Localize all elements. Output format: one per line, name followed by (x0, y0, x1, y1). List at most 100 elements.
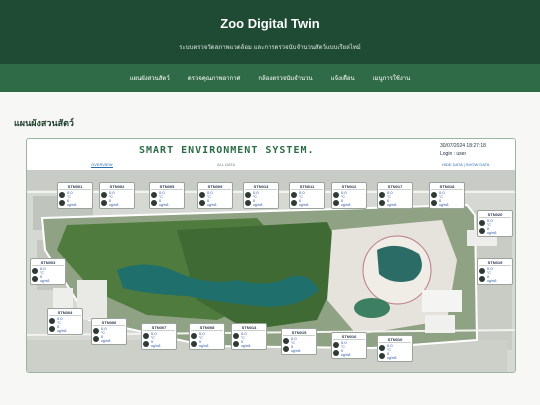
station-card-stn004[interactable]: STN004 0.0 °C 0 ug/m3 (47, 308, 83, 335)
station-name: STN008 (191, 325, 223, 331)
thermometer-icon (49, 318, 55, 324)
thermometer-icon (479, 220, 485, 226)
dust-sensor-icon (479, 276, 485, 282)
station-card-stn006[interactable]: STN006 0.0 °C 0 ug/m3 (91, 318, 127, 345)
login-status: Login : user (440, 151, 467, 157)
station-card-stn013[interactable]: STN013 0.0 °C 0 ug/m3 (243, 182, 279, 209)
dust-sensor-icon (291, 200, 297, 206)
dust-sensor-icon (333, 200, 339, 206)
station-card-stn002[interactable]: STN002 0.0 °C 0 ug/m3 (99, 182, 135, 209)
station-name: STN016 (333, 334, 365, 340)
dust-sensor-icon (93, 336, 99, 342)
station-card-stn018[interactable]: STN018 0.0 °C 0 ug/m3 (429, 182, 465, 209)
station-card-stn014[interactable]: STN014 0.0 °C 0 ug/m3 (231, 323, 267, 350)
pm-unit: ug/m3 (241, 344, 251, 348)
datetime-display: 30/07/2024 18:27:18 (440, 143, 486, 149)
station-name: STN009 (199, 184, 231, 190)
station-name: STN001 (59, 184, 91, 190)
station-card-stn010[interactable]: STN010 0.0 °C 0 ug/m3 (377, 335, 413, 362)
station-name: STN017 (379, 184, 411, 190)
station-name: STN004 (49, 310, 81, 316)
station-card-stn016[interactable]: STN016 0.0 °C 0 ug/m3 (331, 332, 367, 359)
thermometer-icon (59, 192, 65, 198)
pm-unit: ug/m3 (40, 279, 50, 283)
thermometer-icon (283, 338, 289, 344)
station-name: STN010 (379, 337, 411, 343)
station-name: STN003 (32, 260, 64, 266)
pm-unit: ug/m3 (487, 279, 497, 283)
thermometer-icon (333, 342, 339, 348)
station-name: STN011 (291, 184, 323, 190)
pm-unit: ug/m3 (207, 203, 217, 207)
pm-unit: ug/m3 (439, 203, 449, 207)
dust-sensor-icon (283, 346, 289, 352)
thermometer-icon (93, 328, 99, 334)
station-name: STN006 (93, 320, 125, 326)
station-card-stn011[interactable]: STN011 0.0 °C 0 ug/m3 (289, 182, 325, 209)
dust-sensor-icon (245, 200, 251, 206)
dust-sensor-icon (143, 341, 149, 347)
dust-sensor-icon (333, 350, 339, 356)
pm-unit: ug/m3 (387, 203, 397, 207)
nav-item-camera-count[interactable]: กล้องตรวจนับจำนวน (258, 73, 312, 83)
station-card-stn005[interactable]: STN005 0.0 °C 0 ug/m3 (149, 182, 185, 209)
station-name: STN020 (479, 212, 511, 218)
nav-item-alerts[interactable]: แจ้งเตือน (331, 73, 355, 83)
station-name: STN018 (431, 184, 463, 190)
dust-sensor-icon (199, 200, 205, 206)
pm-unit: ug/m3 (109, 203, 119, 207)
station-card-stn019[interactable]: STN019 0.0 °C 0 ug/m3 (477, 258, 513, 285)
tab-all-data[interactable]: ALL DATA (217, 162, 235, 167)
panel-tabs: OVERVIEW ALL DATA HIDE DATA | SHOW DATA (27, 162, 515, 170)
toggle-data-link[interactable]: HIDE DATA | SHOW DATA (442, 162, 489, 167)
dust-sensor-icon (431, 200, 437, 206)
pm-unit: ug/m3 (151, 344, 161, 348)
thermometer-icon (233, 333, 239, 339)
pm-unit: ug/m3 (387, 356, 397, 360)
smart-environment-panel: SMART ENVIRONMENT SYSTEM. 30/07/2024 18:… (26, 138, 516, 373)
station-card-stn017[interactable]: STN017 0.0 °C 0 ug/m3 (377, 182, 413, 209)
dust-sensor-icon (379, 200, 385, 206)
station-name: STN015 (283, 330, 315, 336)
station-card-stn009[interactable]: STN009 0.0 °C 0 ug/m3 (197, 182, 233, 209)
dust-sensor-icon (32, 276, 38, 282)
station-card-stn008[interactable]: STN008 0.0 °C 0 ug/m3 (189, 323, 225, 350)
pm-unit: ug/m3 (199, 344, 209, 348)
station-name: STN002 (101, 184, 133, 190)
pm-unit: ug/m3 (341, 203, 351, 207)
station-name: STN005 (151, 184, 183, 190)
station-card-stn001[interactable]: STN001 0.0 °C 0 ug/m3 (57, 182, 93, 209)
dust-sensor-icon (479, 228, 485, 234)
station-name: STN014 (233, 325, 265, 331)
thermometer-icon (32, 268, 38, 274)
station-card-stn003[interactable]: STN003 0.0 °C 0 ug/m3 (30, 258, 66, 285)
pm-unit: ug/m3 (101, 339, 111, 343)
station-card-stn007[interactable]: STN007 0.0 °C 0 ug/m3 (141, 323, 177, 350)
tab-overview[interactable]: OVERVIEW (91, 162, 113, 168)
thermometer-icon (333, 192, 339, 198)
station-card-stn020[interactable]: STN020 0.0 °C 0 ug/m3 (477, 210, 513, 237)
station-card-stn012[interactable]: STN012 0.0 °C 0 ug/m3 (331, 182, 367, 209)
thermometer-icon (245, 192, 251, 198)
thermometer-icon (143, 333, 149, 339)
thermometer-icon (479, 268, 485, 274)
dust-sensor-icon (59, 200, 65, 206)
thermometer-icon (291, 192, 297, 198)
pm-unit: ug/m3 (67, 203, 77, 207)
pm-unit: ug/m3 (341, 353, 351, 357)
pm-unit: ug/m3 (487, 231, 497, 235)
thermometer-icon (191, 333, 197, 339)
nav-item-zoo-map[interactable]: แผนผังสวนสัตว์ (130, 73, 170, 83)
dust-sensor-icon (233, 341, 239, 347)
pm-unit: ug/m3 (253, 203, 263, 207)
section-title: แผนผังสวนสัตว์ (14, 118, 74, 128)
station-card-stn015[interactable]: STN015 0.0 °C 0 ug/m3 (281, 328, 317, 355)
nav-item-air-quality[interactable]: ตรวจคุณภาพอากาศ (188, 73, 241, 83)
zoo-map[interactable]: STN001 0.0 °C 0 ug/m3 STN002 0.0 °C 0 ug/m3 … (27, 170, 515, 372)
app-header: Zoo Digital Twin ระบบตรวจวัดสภาพแวดล้อม … (0, 0, 540, 64)
app-subtitle: ระบบตรวจวัดสภาพแวดล้อม และการตรวจนับจำนว… (179, 45, 361, 51)
panel-header: SMART ENVIRONMENT SYSTEM. 30/07/2024 18:… (27, 139, 515, 164)
nav-item-menu[interactable]: เมนูการใช้งาน (373, 73, 411, 83)
thermometer-icon (199, 192, 205, 198)
pm-unit: ug/m3 (291, 349, 301, 353)
